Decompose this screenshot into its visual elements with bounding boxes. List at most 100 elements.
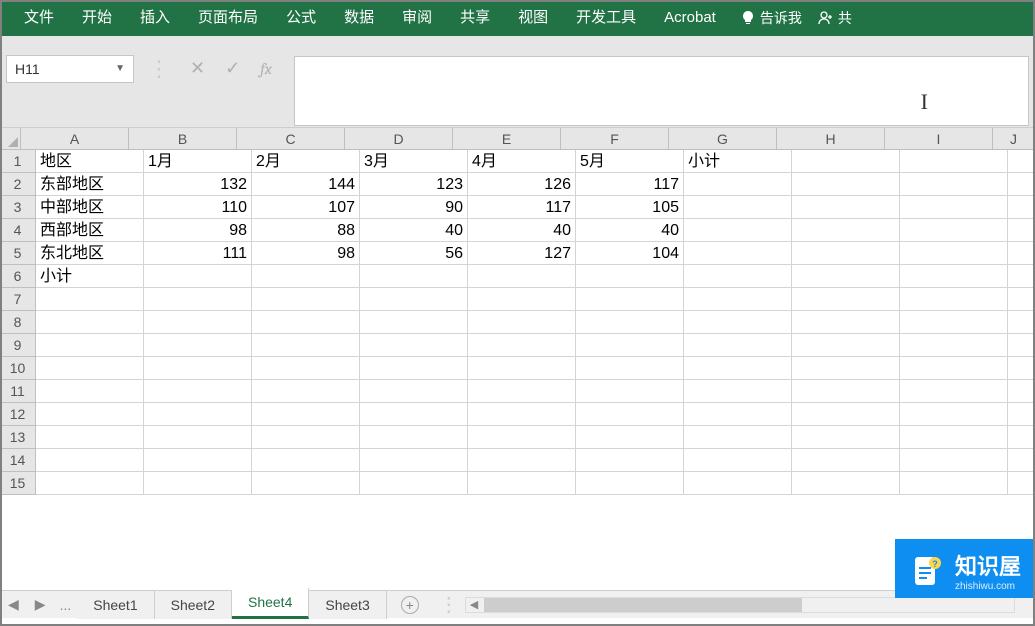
cell-B14[interactable] xyxy=(144,449,252,472)
column-header-d[interactable]: D xyxy=(345,128,453,149)
cell-H13[interactable] xyxy=(792,426,900,449)
cell-F9[interactable] xyxy=(576,334,684,357)
cell-F6[interactable] xyxy=(576,265,684,288)
row-header-12[interactable]: 12 xyxy=(0,403,36,426)
cell-C4[interactable]: 88 xyxy=(252,219,360,242)
cell-E15[interactable] xyxy=(468,472,576,495)
cell-A4[interactable]: 西部地区 xyxy=(36,219,144,242)
cell-J6[interactable] xyxy=(1008,265,1035,288)
row-header-6[interactable]: 6 xyxy=(0,265,36,288)
cell-C5[interactable]: 98 xyxy=(252,242,360,265)
cell-G11[interactable] xyxy=(684,380,792,403)
ribbon-tab-view[interactable]: 视图 xyxy=(504,0,562,36)
column-header-f[interactable]: F xyxy=(561,128,669,149)
cell-D4[interactable]: 40 xyxy=(360,219,468,242)
cell-H6[interactable] xyxy=(792,265,900,288)
cell-J3[interactable] xyxy=(1008,196,1035,219)
cell-B13[interactable] xyxy=(144,426,252,449)
cell-E7[interactable] xyxy=(468,288,576,311)
cell-I3[interactable] xyxy=(900,196,1008,219)
cell-F1[interactable]: 5月 xyxy=(576,150,684,173)
cell-E5[interactable]: 127 xyxy=(468,242,576,265)
cell-B6[interactable] xyxy=(144,265,252,288)
row-header-15[interactable]: 15 xyxy=(0,472,36,495)
cell-C2[interactable]: 144 xyxy=(252,173,360,196)
cell-A8[interactable] xyxy=(36,311,144,334)
add-sheet-button[interactable]: + xyxy=(401,596,419,614)
cell-C9[interactable] xyxy=(252,334,360,357)
cell-D6[interactable] xyxy=(360,265,468,288)
horizontal-scrollbar[interactable]: ◀ xyxy=(465,597,1015,613)
column-header-j[interactable]: J xyxy=(993,128,1035,149)
row-header-1[interactable]: 1 xyxy=(0,150,36,173)
sheet-nav-dots[interactable]: ... xyxy=(54,597,78,613)
cell-A13[interactable] xyxy=(36,426,144,449)
name-box[interactable]: H11 ▼ xyxy=(6,55,134,83)
cell-J7[interactable] xyxy=(1008,288,1035,311)
cell-F10[interactable] xyxy=(576,357,684,380)
cell-D12[interactable] xyxy=(360,403,468,426)
cell-D11[interactable] xyxy=(360,380,468,403)
row-header-11[interactable]: 11 xyxy=(0,380,36,403)
cell-B2[interactable]: 132 xyxy=(144,173,252,196)
cell-J14[interactable] xyxy=(1008,449,1035,472)
cell-D5[interactable]: 56 xyxy=(360,242,468,265)
cell-I9[interactable] xyxy=(900,334,1008,357)
cell-B11[interactable] xyxy=(144,380,252,403)
sheet-tab-sheet2[interactable]: Sheet2 xyxy=(155,591,232,619)
scroll-thumb[interactable] xyxy=(484,598,802,612)
ribbon-tab-home[interactable]: 开始 xyxy=(68,0,126,36)
cell-C1[interactable]: 2月 xyxy=(252,150,360,173)
cell-G15[interactable] xyxy=(684,472,792,495)
row-header-10[interactable]: 10 xyxy=(0,357,36,380)
cell-I6[interactable] xyxy=(900,265,1008,288)
cell-G1[interactable]: 小计 xyxy=(684,150,792,173)
cell-C3[interactable]: 107 xyxy=(252,196,360,219)
cell-D15[interactable] xyxy=(360,472,468,495)
cell-J10[interactable] xyxy=(1008,357,1035,380)
cell-E9[interactable] xyxy=(468,334,576,357)
cell-D14[interactable] xyxy=(360,449,468,472)
cell-D2[interactable]: 123 xyxy=(360,173,468,196)
cell-H4[interactable] xyxy=(792,219,900,242)
cell-J8[interactable] xyxy=(1008,311,1035,334)
cell-J13[interactable] xyxy=(1008,426,1035,449)
cell-G10[interactable] xyxy=(684,357,792,380)
cell-E3[interactable]: 117 xyxy=(468,196,576,219)
cell-B5[interactable]: 111 xyxy=(144,242,252,265)
cell-J4[interactable] xyxy=(1008,219,1035,242)
cell-C12[interactable] xyxy=(252,403,360,426)
cell-C14[interactable] xyxy=(252,449,360,472)
cell-I4[interactable] xyxy=(900,219,1008,242)
accept-formula-button[interactable]: ✓ xyxy=(215,58,250,79)
cell-E11[interactable] xyxy=(468,380,576,403)
select-all-button[interactable] xyxy=(0,128,21,149)
ribbon-tab-share[interactable]: 共享 xyxy=(446,0,504,36)
cell-A2[interactable]: 东部地区 xyxy=(36,173,144,196)
cell-H5[interactable] xyxy=(792,242,900,265)
cell-A9[interactable] xyxy=(36,334,144,357)
cell-H3[interactable] xyxy=(792,196,900,219)
cell-E4[interactable]: 40 xyxy=(468,219,576,242)
cell-G12[interactable] xyxy=(684,403,792,426)
row-header-3[interactable]: 3 xyxy=(0,196,36,219)
cell-A5[interactable]: 东北地区 xyxy=(36,242,144,265)
cell-F8[interactable] xyxy=(576,311,684,334)
cancel-formula-button[interactable]: ✕ xyxy=(180,58,215,79)
cell-I13[interactable] xyxy=(900,426,1008,449)
cell-C6[interactable] xyxy=(252,265,360,288)
cell-G4[interactable] xyxy=(684,219,792,242)
cell-H12[interactable] xyxy=(792,403,900,426)
cell-J12[interactable] xyxy=(1008,403,1035,426)
cell-A12[interactable] xyxy=(36,403,144,426)
cell-F2[interactable]: 117 xyxy=(576,173,684,196)
cell-I14[interactable] xyxy=(900,449,1008,472)
ribbon-tab-file[interactable]: 文件 xyxy=(10,0,68,36)
cell-H9[interactable] xyxy=(792,334,900,357)
cell-D7[interactable] xyxy=(360,288,468,311)
cell-E13[interactable] xyxy=(468,426,576,449)
cell-A7[interactable] xyxy=(36,288,144,311)
cell-I2[interactable] xyxy=(900,173,1008,196)
cell-H14[interactable] xyxy=(792,449,900,472)
cell-G2[interactable] xyxy=(684,173,792,196)
